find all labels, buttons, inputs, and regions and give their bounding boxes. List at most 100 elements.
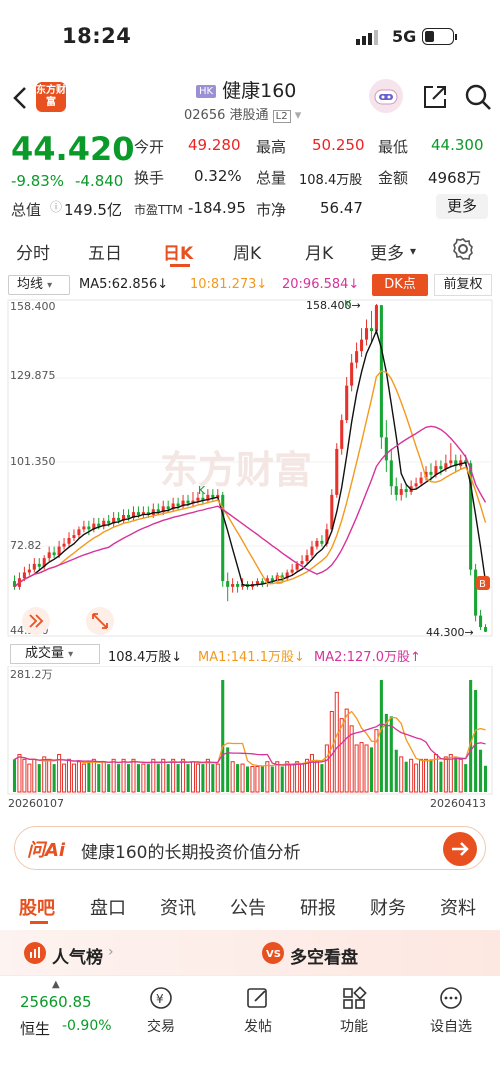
hot-list-label[interactable]: 人气榜 [52,943,103,968]
tab-daily-k[interactable]: 日K [163,239,193,264]
volume-bar [131,758,136,793]
candle [305,555,309,561]
volume-bar [215,763,220,793]
candle [429,471,433,475]
candle [315,540,319,547]
candle [350,362,354,386]
volume-bar [97,764,101,792]
svg-text:B: B [479,579,486,590]
ma-selector[interactable]: 均线 ▾ [8,275,70,295]
nav-trade[interactable]: ¥ 交易 [126,986,196,1036]
tab-more[interactable]: 更多 [370,239,404,264]
kline-chart[interactable]: 东方财富 158.400 129.875 101.350 72.82 44.30… [0,298,500,640]
tab-weekly-k[interactable]: 周K [233,239,261,264]
candle [345,385,349,421]
more-button[interactable]: 更多 [436,194,488,219]
volume-bar [27,763,32,793]
volume-bar [334,691,339,793]
volume-selector[interactable]: 成交量 ▾ [10,644,100,664]
nav-functions[interactable]: 功能 [319,986,389,1036]
volume-bar [17,754,22,793]
candle [320,540,324,544]
tab-forum[interactable]: 股吧 [19,894,55,920]
tab-research[interactable]: 研报 [300,894,336,920]
app-logo[interactable]: 东方财富 [36,82,66,112]
stock-title-group[interactable]: HK 健康160 [196,76,336,103]
pe-label: 市盈TTM [134,203,183,217]
tab-profile[interactable]: 资料 [440,894,476,920]
nav-watchlist[interactable]: 设自选 [416,986,486,1036]
volume-bar [81,763,86,793]
tab-five-day[interactable]: 五日 [88,239,122,264]
open-label: 今开 [134,138,165,156]
share-icon[interactable] [422,84,448,110]
nav-functions-label: 功能 [340,1019,368,1035]
dropdown-icon[interactable]: ▾ [295,108,302,123]
candle [449,460,453,464]
candle [226,581,230,587]
volume-bar [141,763,146,793]
amount-value: 4968万 [428,169,482,187]
long-short-label[interactable]: 多空看盘 [290,943,358,968]
candle [72,535,76,538]
candle [474,569,478,616]
volume-bar [71,763,77,793]
volume-bar [226,747,230,792]
search-icon[interactable] [464,83,492,111]
candle [290,569,294,573]
volume-bar [121,758,126,793]
volume-bar [394,749,398,792]
volume-bar [359,742,364,793]
high-annotation: 158.400→ [306,299,361,312]
volume-bar [364,744,369,793]
candle [394,486,398,495]
arrow-right-icon[interactable] [443,832,477,866]
index-value[interactable]: 25660.85 [20,993,92,1011]
volume-bar [474,689,478,792]
candle [399,489,403,495]
x-start-label: 20260107 [8,797,64,810]
content-tabs: 股吧 盘口 资讯 公告 研报 财务 资料 [0,890,500,924]
candle [439,466,443,470]
svg-text:¥: ¥ [156,992,164,1006]
svg-text:VS: VS [266,949,281,960]
volume-bar [404,761,408,792]
candle [419,477,423,484]
tab-monthly-k[interactable]: 月K [305,239,333,264]
status-bar: 18:24 5G [0,0,500,72]
candle [483,627,488,632]
double-chevron-icon[interactable] [22,607,50,635]
ai-analysis-bar[interactable]: 问Ai 健康160的长期投资价值分析 [14,826,486,870]
volume-bar [37,764,41,792]
volume-bar [101,761,106,793]
back-icon[interactable] [12,86,28,110]
tab-intraday[interactable]: 分时 [16,239,50,264]
robot-avatar-icon[interactable] [368,78,404,114]
expand-icon[interactable] [86,607,114,635]
info-icon[interactable]: ⓘ [50,198,62,215]
volume-bar [240,763,245,793]
tab-order-book[interactable]: 盘口 [90,894,126,920]
volume-bar [146,764,150,792]
volume-bar [423,758,429,793]
nav-post[interactable]: 发帖 [223,986,293,1036]
tab-news[interactable]: 资讯 [160,894,196,920]
dk-button[interactable]: DK点 [372,274,428,296]
volume-chart[interactable]: 281.2万 20260107 20260413 [0,666,500,814]
volume-bar [354,744,359,793]
adjust-button[interactable]: 前复权 [434,274,492,296]
vs-icon: VS [262,942,284,964]
tab-announcements[interactable]: 公告 [230,894,266,920]
volume-bar [111,758,116,793]
tab-finance[interactable]: 财务 [370,894,406,920]
y-tick-label: 101.350 [10,455,56,468]
volume-bar [270,766,274,792]
index-up-icon: ▲ [52,979,60,990]
settings-icon[interactable] [452,238,474,260]
status-time: 18:24 [62,24,132,48]
candle [82,526,86,530]
y-tick-label: 158.400 [10,300,56,313]
more-dots-icon [440,987,462,1009]
volume-bar [76,761,81,793]
volume-bar [419,758,424,793]
